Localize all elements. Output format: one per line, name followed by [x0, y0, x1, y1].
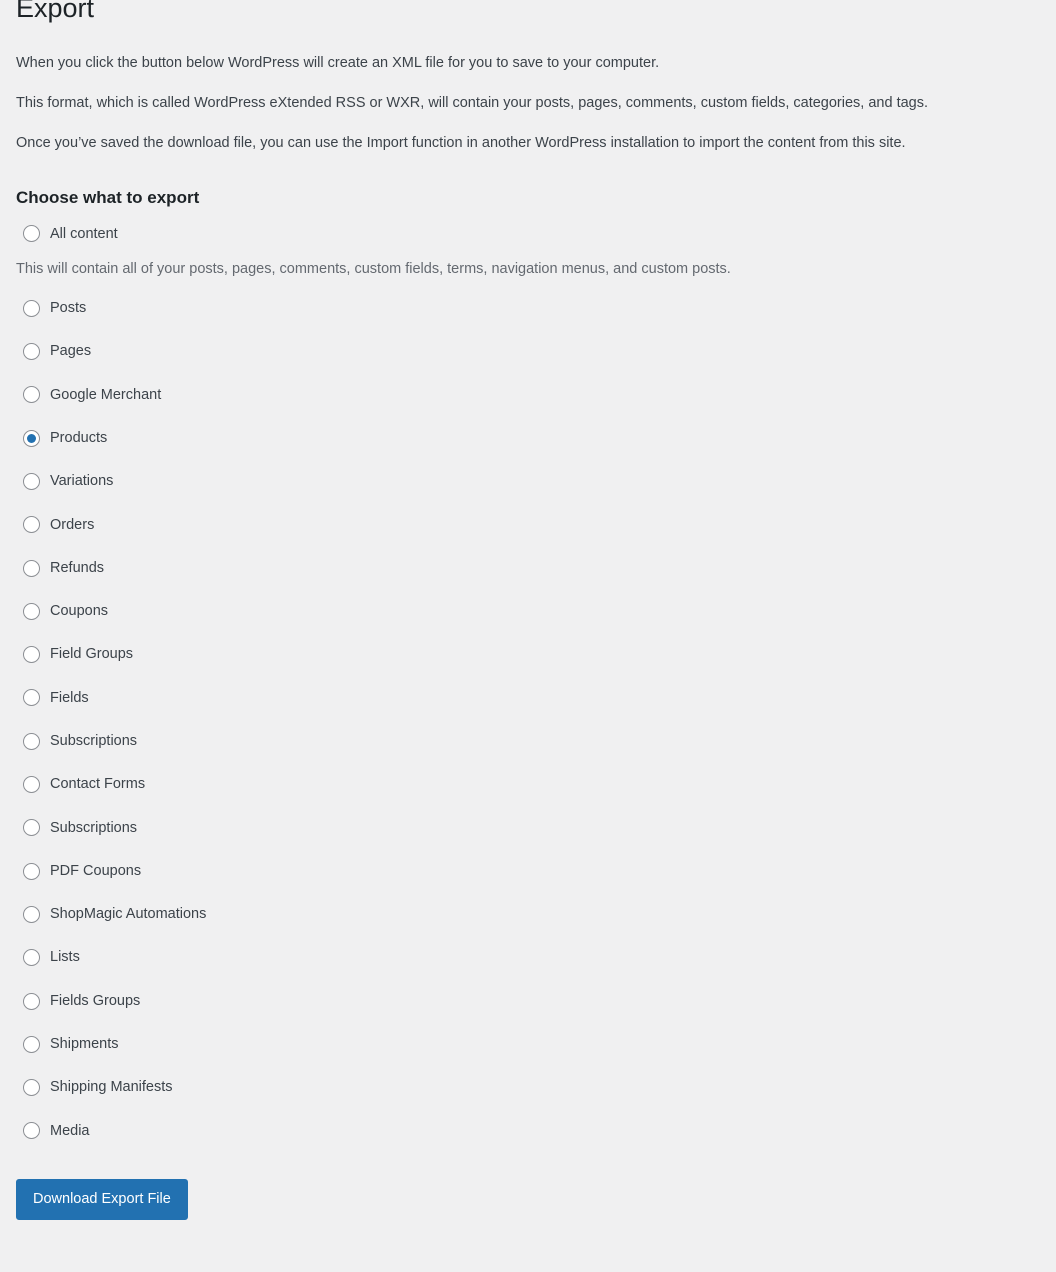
- export-option-label: Contact Forms: [50, 776, 146, 793]
- export-options-list: All content This will contain all of your…: [16, 210, 1040, 1153]
- export-option-label: Subscriptions: [50, 733, 138, 749]
- export-option-label: Posts: [50, 300, 87, 317]
- radio-button-icon[interactable]: [23, 862, 40, 880]
- all-content-description: This will contain all of your posts, pag…: [16, 260, 731, 277]
- radio-button-icon[interactable]: [23, 1035, 40, 1053]
- radio-button-icon[interactable]: [23, 1079, 40, 1097]
- export-option-label: Shipments: [50, 1036, 119, 1053]
- export-option-label: Shipping Manifests: [50, 1079, 173, 1096]
- export-option-google-merchant[interactable]: Google Merchant: [16, 373, 1040, 416]
- export-option-label: PDF Coupons: [50, 862, 142, 879]
- export-option-subscriptions[interactable]: Subscriptions: [16, 806, 1040, 849]
- export-option-subscriptions[interactable]: Subscriptions: [16, 720, 1040, 763]
- export-option-label: Pages: [50, 343, 92, 360]
- export-option-pages[interactable]: Pages: [16, 330, 1040, 373]
- export-option-label: Refunds: [50, 559, 105, 576]
- export-option-media[interactable]: Media: [16, 1109, 1040, 1152]
- export-option-posts[interactable]: Posts: [16, 287, 1040, 330]
- export-option-variations[interactable]: Variations: [16, 460, 1040, 503]
- export-option-all-content[interactable]: All content: [16, 210, 1040, 252]
- export-option-lists[interactable]: Lists: [16, 936, 1040, 979]
- export-option-shopmagic-automations[interactable]: ShopMagic Automations: [16, 893, 1040, 936]
- export-option-refunds[interactable]: Refunds: [16, 546, 1040, 589]
- export-page: Export When you click the button below W…: [0, 0, 1056, 1221]
- export-option-fields[interactable]: Fields: [16, 676, 1040, 719]
- radio-button-icon[interactable]: [23, 819, 40, 837]
- radio-button-icon[interactable]: [23, 602, 40, 620]
- export-option-label: Coupons: [50, 603, 109, 620]
- page-title: Export: [16, 0, 95, 23]
- export-option-label: Orders: [50, 516, 95, 533]
- radio-button-icon[interactable]: [23, 559, 40, 577]
- submit-area: Download Export File: [16, 1153, 1040, 1221]
- radio-button-icon[interactable]: [23, 516, 40, 534]
- export-option-pdf-coupons[interactable]: PDF Coupons: [16, 850, 1040, 893]
- export-option-label: Subscriptions: [50, 819, 138, 836]
- export-option-label: Media: [50, 1122, 90, 1139]
- radio-button-icon[interactable]: [23, 732, 40, 750]
- radio-button-icon[interactable]: [23, 646, 40, 664]
- radio-button-icon[interactable]: [23, 776, 40, 794]
- export-option-label: Google Merchant: [50, 386, 162, 403]
- export-option-label: Fields: [50, 689, 89, 706]
- export-option-orders[interactable]: Orders: [16, 503, 1040, 546]
- radio-button-icon[interactable]: [23, 386, 40, 404]
- radio-button-icon[interactable]: [23, 472, 40, 490]
- export-option-fields-groups[interactable]: Fields Groups: [16, 979, 1040, 1022]
- radio-button-icon[interactable]: [23, 299, 40, 317]
- radio-button-icon[interactable]: [23, 949, 40, 967]
- export-option-field-groups[interactable]: Field Groups: [16, 633, 1040, 676]
- export-option-label: All content: [50, 225, 118, 242]
- export-option-label: Lists: [50, 949, 80, 966]
- choose-what-to-export-heading: Choose what to export: [16, 188, 200, 208]
- radio-button-icon[interactable]: [23, 689, 40, 707]
- radio-button-icon[interactable]: [23, 343, 40, 361]
- export-option-coupons[interactable]: Coupons: [16, 590, 1040, 633]
- radio-button-icon[interactable]: [23, 1122, 40, 1140]
- radio-button-icon[interactable]: [23, 905, 40, 923]
- export-option-label: ShopMagic Automations: [50, 906, 207, 923]
- export-option-label: Fields Groups: [50, 992, 141, 1009]
- export-option-label: Field Groups: [50, 646, 134, 663]
- export-option-label: Variations: [50, 473, 114, 490]
- intro-paragraph-3: Once you’ve saved the download file, you…: [16, 135, 906, 152]
- export-option-shipping-manifests[interactable]: Shipping Manifests: [16, 1066, 1040, 1109]
- export-option-shipments[interactable]: Shipments: [16, 1023, 1040, 1066]
- intro-paragraph-2: This format, which is called WordPress e…: [16, 95, 929, 112]
- radio-button-icon[interactable]: [23, 429, 40, 447]
- intro-paragraph-1: When you click the button below WordPres…: [16, 55, 660, 72]
- radio-button-icon[interactable]: [23, 225, 40, 243]
- export-option-products[interactable]: Products: [16, 417, 1040, 460]
- export-option-contact-forms[interactable]: Contact Forms: [16, 763, 1040, 806]
- download-export-file-button[interactable]: Download Export File: [16, 1178, 188, 1221]
- radio-button-icon[interactable]: [23, 992, 40, 1010]
- export-option-label: Products: [50, 429, 108, 446]
